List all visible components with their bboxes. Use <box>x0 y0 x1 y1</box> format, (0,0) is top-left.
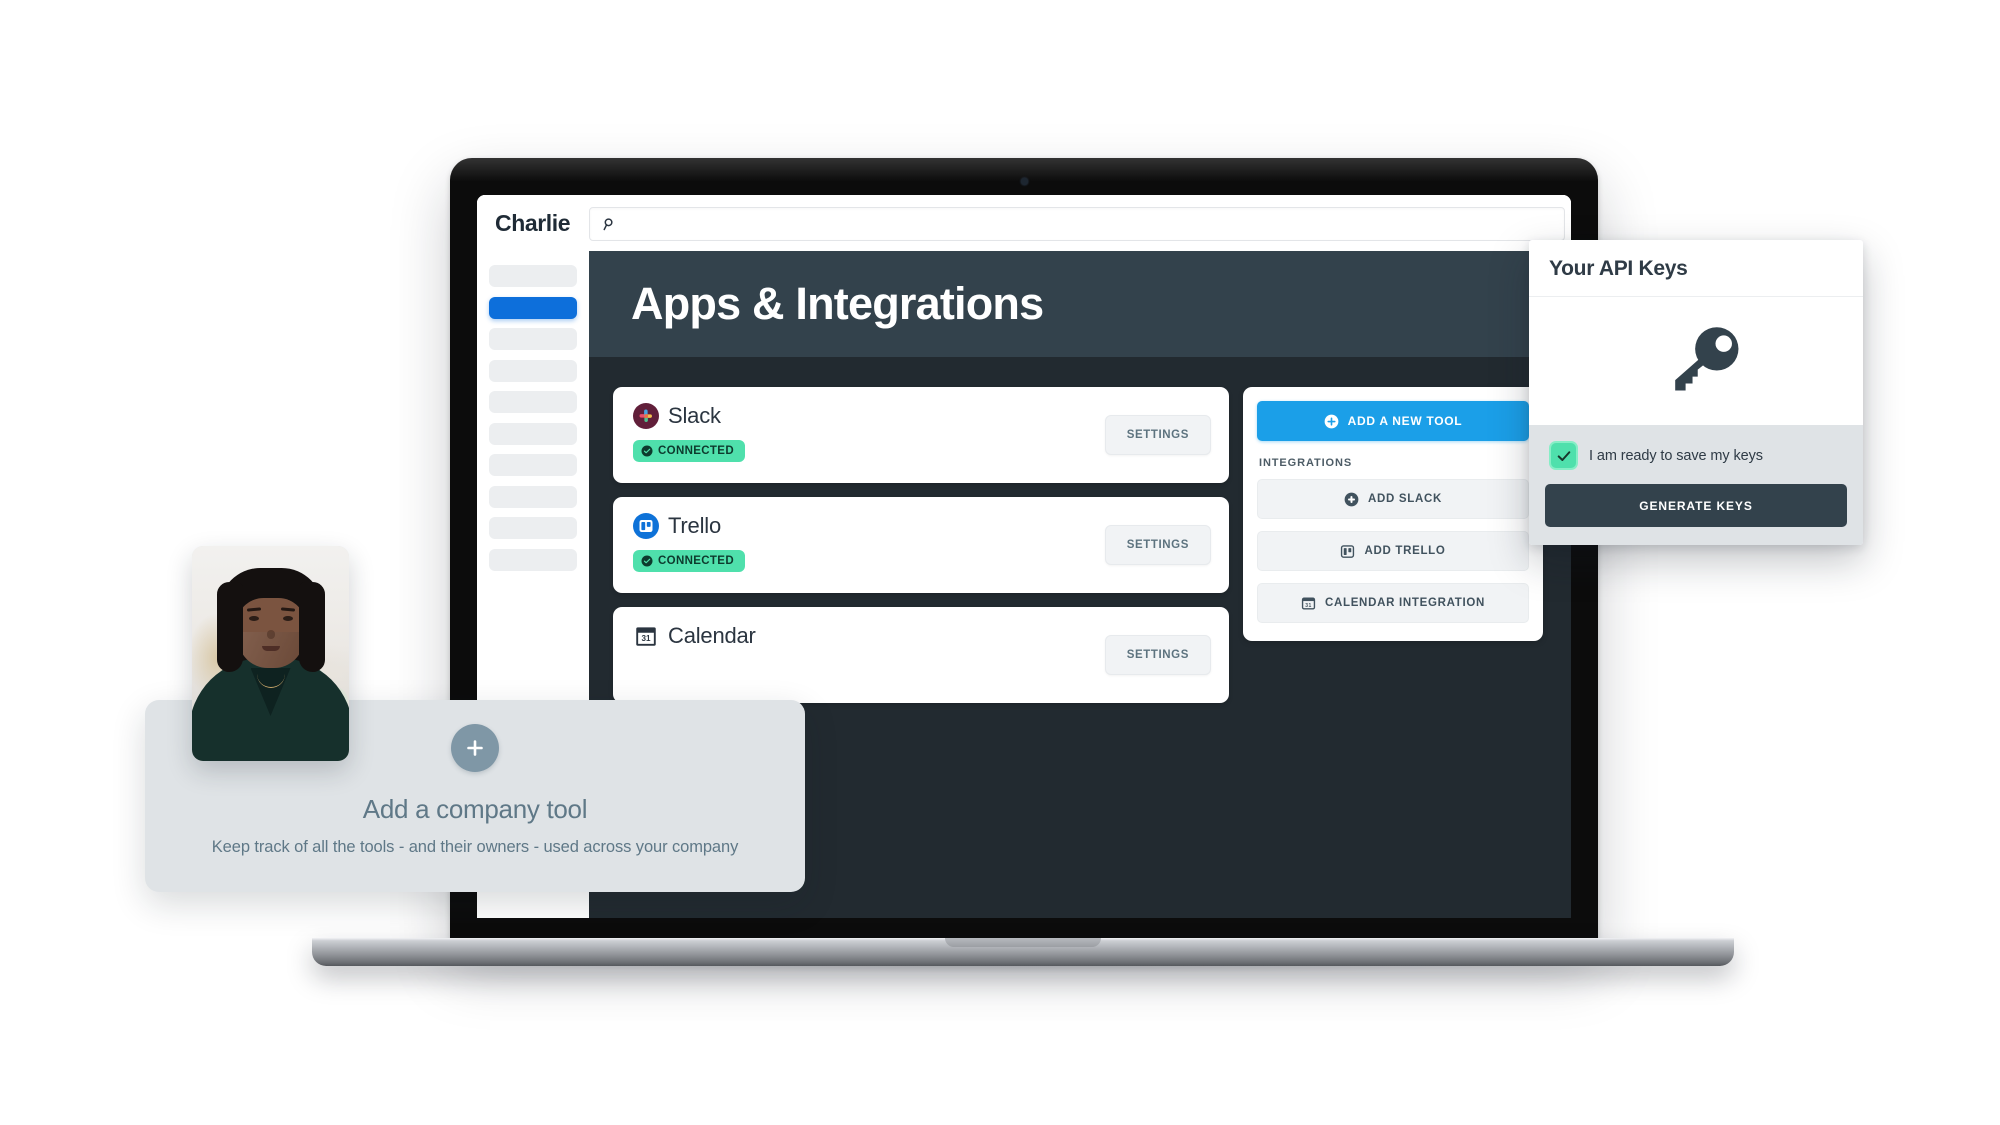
integrations-section-label: INTEGRATIONS <box>1259 457 1353 469</box>
add-trello-button[interactable]: ADD TRELLO <box>1257 531 1529 571</box>
generate-keys-button[interactable]: GENERATE KEYS <box>1545 484 1847 527</box>
check-circle-icon <box>641 555 653 567</box>
laptop-base-notch <box>945 938 1101 947</box>
brand-logo: Charlie <box>495 209 571 236</box>
avatar-hair-left <box>216 582 243 672</box>
calendar-icon: 31 <box>633 623 659 649</box>
calendar-mono-icon: 31 <box>1301 596 1316 611</box>
app-card-slack[interactable]: Slack CONNECTED SETTINGS <box>613 387 1229 483</box>
api-keys-header: Your API Keys <box>1529 240 1863 297</box>
add-trello-label: ADD TRELLO <box>1364 545 1446 557</box>
sidebar-item-10[interactable] <box>489 548 577 571</box>
status-badge-label: CONNECTED <box>658 445 734 457</box>
laptop-base <box>312 938 1734 966</box>
api-keys-footer: I am ready to save my keys GENERATE KEYS <box>1529 425 1863 545</box>
page-title: Apps & Integrations <box>631 278 1044 329</box>
avatar-hair-right <box>298 582 325 672</box>
add-a-new-tool-button[interactable]: ADD A NEW TOOL <box>1257 401 1529 441</box>
app-name: Calendar <box>668 623 756 648</box>
api-keys-title: Your API Keys <box>1549 257 1688 280</box>
page-header: Apps & Integrations <box>589 251 1571 357</box>
key-icon <box>1644 326 1748 396</box>
sidebar-nav <box>489 251 577 571</box>
save-keys-checkbox[interactable] <box>1549 441 1578 470</box>
api-keys-panel: Your API Keys I am ready to save my keys… <box>1529 240 1863 545</box>
save-keys-checkbox-label: I am ready to save my keys <box>1589 447 1763 464</box>
slack-icon <box>633 403 659 429</box>
sidebar-item-9[interactable] <box>489 517 577 539</box>
search-input[interactable] <box>625 216 1552 232</box>
trello-icon <box>633 513 659 539</box>
sidebar-item-1[interactable] <box>489 265 577 287</box>
status-badge: CONNECTED <box>633 550 745 572</box>
check-icon <box>1557 450 1570 461</box>
slack-mono-icon <box>1344 492 1359 507</box>
sidebar-item-2-active[interactable] <box>489 296 577 319</box>
api-keys-checkbox-row[interactable]: I am ready to save my keys <box>1545 439 1847 484</box>
status-badge-label: CONNECTED <box>658 555 734 567</box>
app-title-row: 31 Calendar <box>633 623 1105 649</box>
add-slack-label: ADD SLACK <box>1367 493 1443 505</box>
settings-button-calendar[interactable]: SETTINGS <box>1104 635 1211 675</box>
sidebar-item-7[interactable] <box>489 454 577 476</box>
plus-icon[interactable] <box>451 724 499 772</box>
avatar-mouth <box>261 646 280 651</box>
calendar-integration-label: CALENDAR INTEGRATION <box>1324 597 1486 609</box>
top-bar <box>589 195 1571 251</box>
plus-circle-icon <box>1324 414 1339 429</box>
sidebar-item-3[interactable] <box>489 328 577 350</box>
app-card-calendar[interactable]: 31 Calendar SETTINGS <box>613 607 1229 703</box>
avatar-eye-right <box>282 616 293 621</box>
avatar-nose <box>266 630 275 639</box>
status-badge: CONNECTED <box>633 440 745 462</box>
sidebar-item-6[interactable] <box>489 422 577 445</box>
settings-button-trello[interactable]: SETTINGS <box>1104 525 1211 565</box>
employee-photo-card <box>192 546 349 761</box>
api-keys-hero <box>1529 297 1863 425</box>
app-card-main: Slack CONNECTED <box>633 403 1105 462</box>
add-company-tool-subtitle: Keep track of all the tools - and their … <box>211 838 739 856</box>
add-company-tool-title: Add a company tool <box>362 794 588 824</box>
settings-button-slack[interactable]: SETTINGS <box>1104 415 1211 455</box>
app-name: Slack <box>668 403 721 428</box>
trello-mono-icon <box>1340 544 1355 559</box>
app-title-row: Slack <box>633 403 1105 429</box>
check-circle-icon <box>641 445 653 457</box>
app-name: Trello <box>668 513 721 538</box>
search-icon <box>602 217 617 232</box>
app-title-row: Trello <box>633 513 1105 539</box>
calendar-integration-button[interactable]: 31 CALENDAR INTEGRATION <box>1257 583 1529 623</box>
svg-text:31: 31 <box>641 634 651 643</box>
app-card-main: 31 Calendar <box>633 623 1105 649</box>
add-a-new-tool-label: ADD A NEW TOOL <box>1347 414 1463 428</box>
sidebar-item-5[interactable] <box>489 391 577 413</box>
add-slack-button[interactable]: ADD SLACK <box>1257 479 1529 519</box>
webcam <box>1020 178 1028 185</box>
sidebar-item-4[interactable] <box>489 359 577 382</box>
svg-text:31: 31 <box>1305 602 1311 608</box>
app-card-trello[interactable]: Trello CONNECTED SETTINGS <box>613 497 1229 593</box>
sidebar-item-8[interactable] <box>489 485 577 508</box>
search-bar[interactable] <box>589 207 1565 241</box>
avatar-eye-left <box>248 616 259 621</box>
integrations-panel: ADD A NEW TOOL INTEGRATIONS ADD SLACK AD… <box>1243 387 1543 641</box>
app-card-main: Trello CONNECTED <box>633 513 1105 572</box>
